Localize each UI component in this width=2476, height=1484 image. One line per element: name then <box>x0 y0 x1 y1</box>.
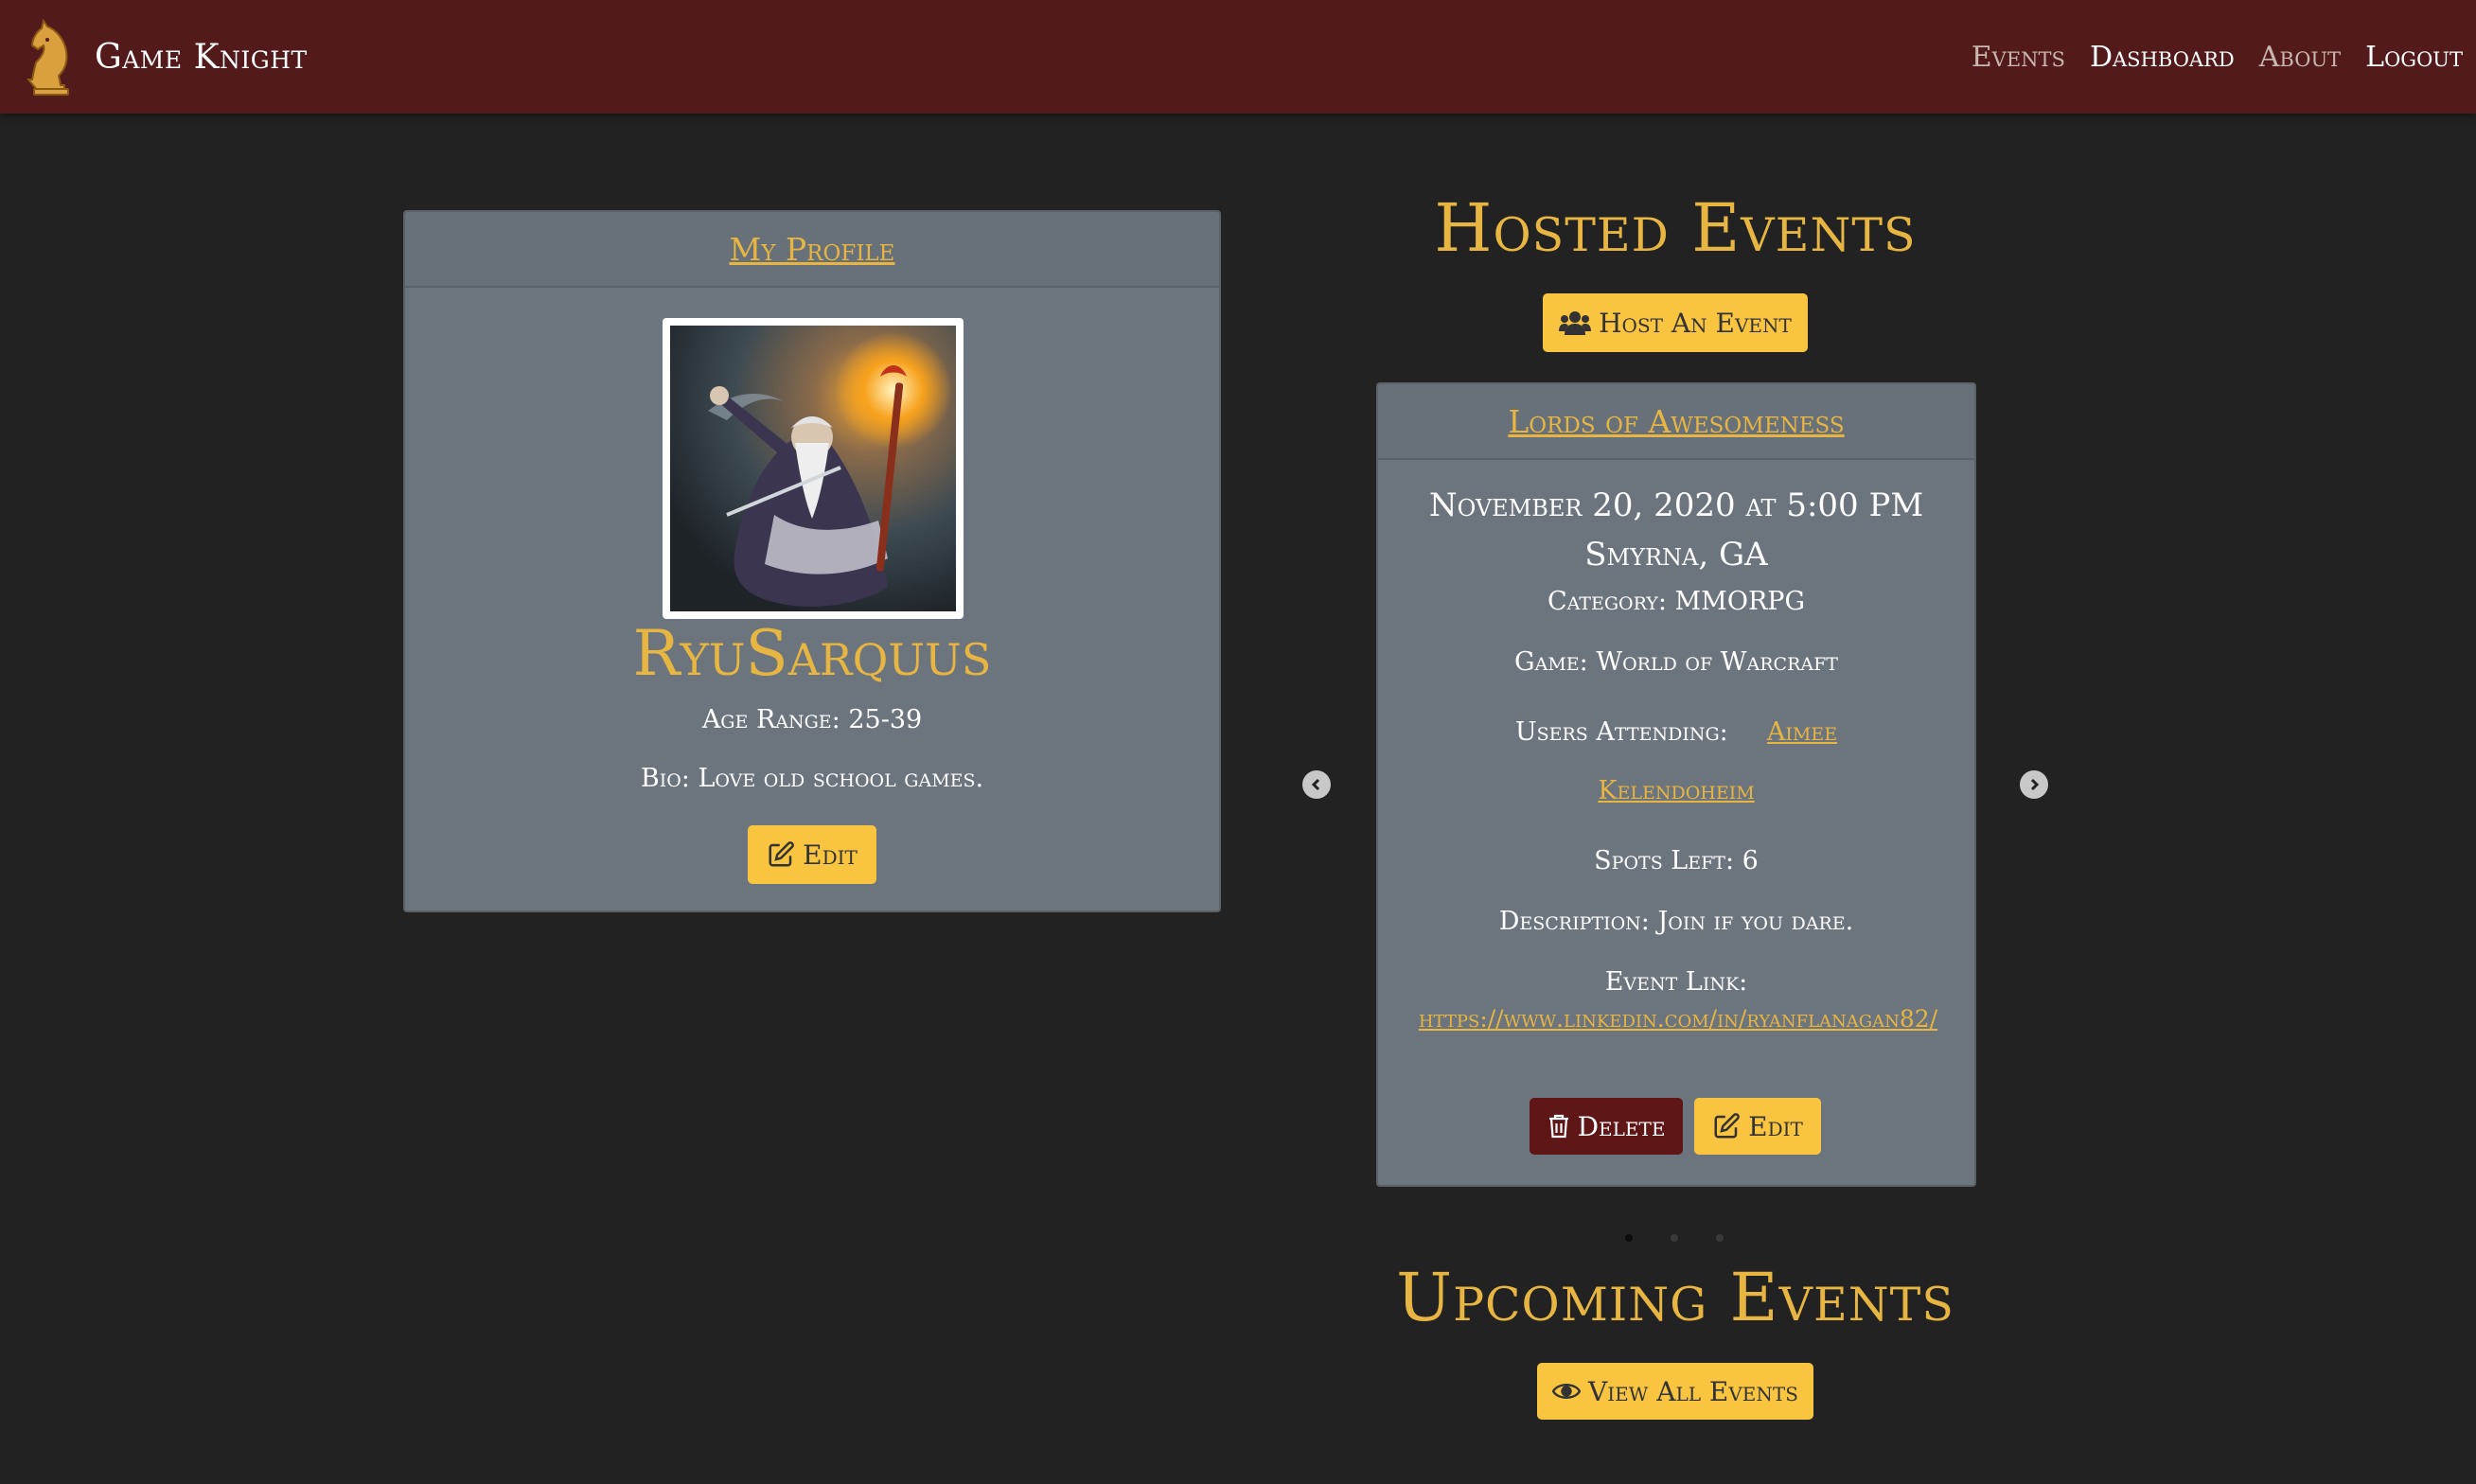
brand-link[interactable]: Game Knight <box>25 15 308 98</box>
event-link-url-container: https://www.linkedin.com/in/ryanflanagan… <box>1406 1001 1950 1037</box>
profile-card: My Profile RyuSarquus Age Range: 25-39 B… <box>403 210 1221 912</box>
edit-profile-button[interactable]: Edit <box>748 825 876 884</box>
edit-event-button[interactable]: Edit <box>1694 1098 1821 1155</box>
carousel-prev-button[interactable] <box>1302 770 1331 799</box>
chevron-left-icon <box>1311 778 1320 791</box>
nav-link-dashboard[interactable]: Dashboard <box>2090 41 2235 74</box>
nav-links: Events Dashboard About Logout <box>1947 0 2463 114</box>
view-all-events-label: View All Events <box>1588 1375 1798 1407</box>
carousel-indicator[interactable] <box>1625 1234 1633 1242</box>
event-card: Lords of Awesomeness November 20, 2020 a… <box>1376 382 1976 1187</box>
users-icon <box>1559 310 1592 335</box>
profile-username: RyuSarquus <box>632 617 992 690</box>
profile-card-header: My Profile <box>405 212 1219 288</box>
nav-link-logout[interactable]: Logout <box>2365 41 2463 74</box>
attendee-link[interactable]: Kelendoheim <box>1598 776 1754 805</box>
my-profile-link[interactable]: My Profile <box>730 231 895 268</box>
event-location: Smyrna, GA <box>1584 536 1768 574</box>
event-users-attending: Users Attending: Aimee <box>1378 717 1974 747</box>
event-spots-left: Spots Left: 6 <box>1594 846 1759 875</box>
profile-bio: Bio: Love old school games. <box>640 764 984 793</box>
event-category: Category: MMORPG <box>1547 587 1806 616</box>
edit-profile-label: Edit <box>803 839 858 871</box>
users-attending-label: Users Attending: <box>1514 717 1728 747</box>
host-event-label: Host An Event <box>1599 307 1792 339</box>
profile-age-range: Age Range: 25-39 <box>701 705 923 734</box>
navbar: Game Knight Events Dashboard About Logou… <box>0 0 2476 114</box>
edit-icon <box>767 840 795 869</box>
host-event-button[interactable]: Host An Event <box>1543 293 1808 352</box>
brand-name: Game Knight <box>95 37 308 77</box>
eye-icon <box>1552 1381 1582 1402</box>
nav-link-about[interactable]: About <box>2259 41 2341 74</box>
knight-chess-icon <box>26 18 69 96</box>
event-description: Description: Join if you dare. <box>1498 907 1854 936</box>
carousel-next-button[interactable] <box>2020 770 2048 799</box>
delete-event-button[interactable]: Delete <box>1530 1098 1683 1155</box>
event-card-header: Lords of Awesomeness <box>1378 384 1974 460</box>
event-datetime: November 20, 2020 at 5:00 PM <box>1428 486 1924 524</box>
avatar-image <box>670 326 956 611</box>
delete-event-label: Delete <box>1577 1110 1666 1142</box>
chevron-right-icon <box>2030 778 2040 791</box>
carousel-indicator[interactable] <box>1671 1234 1678 1242</box>
hosted-events-title: Hosted Events <box>1434 189 1917 267</box>
view-all-events-button[interactable]: View All Events <box>1537 1363 1813 1420</box>
edit-event-label: Edit <box>1748 1110 1803 1142</box>
edit-icon <box>1712 1112 1741 1140</box>
event-link-url[interactable]: https://www.linkedin.com/in/ryanflanagan… <box>1419 1005 1937 1033</box>
attendee-link[interactable]: Aimee <box>1767 717 1837 747</box>
event-game: Game: World of Warcraft <box>1514 647 1838 677</box>
event-name-link[interactable]: Lords of Awesomeness <box>1508 403 1844 440</box>
nav-link-events[interactable]: Events <box>1972 41 2065 74</box>
trash-icon <box>1548 1113 1570 1140</box>
event-users-attending-2: Kelendoheim <box>1378 776 1974 805</box>
event-link-label: Event Link: <box>1604 967 1748 997</box>
carousel-indicator[interactable] <box>1716 1234 1724 1242</box>
upcoming-events-title: Upcoming Events <box>1396 1259 1954 1336</box>
avatar <box>663 318 964 619</box>
